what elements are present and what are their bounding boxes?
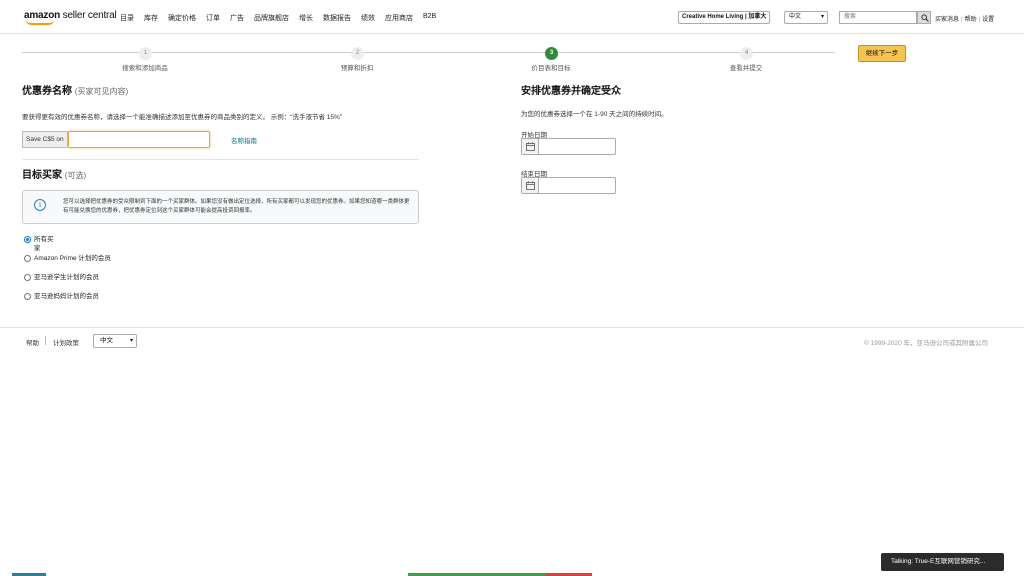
chevron-down-icon: ▾: [820, 14, 824, 20]
target-buyers-title: 目标买家: [22, 170, 62, 181]
radio-family-members[interactable]: 亚马逊妈妈计划的会员: [24, 292, 112, 301]
radio-label: 亚马逊妈妈计划的会员: [34, 293, 99, 300]
schedule-heading: 安排优惠券并确定受众: [521, 86, 621, 97]
help-link[interactable]: 帮助: [965, 17, 977, 23]
step-2-label: 预算和折扣: [340, 65, 374, 72]
coupon-name-heading: 优惠券名称 (买家可见内容): [22, 82, 128, 97]
step-2-indicator: 2: [351, 47, 364, 60]
amazon-seller-central-logo[interactable]: amazon seller central: [24, 10, 117, 25]
main-menu: 目录 库存 确定价格 订单 广告 品牌旗舰店 增长 数据报告 绩效 应用商店 B…: [120, 13, 446, 23]
menu-item-appstore[interactable]: 应用商店: [385, 13, 413, 23]
calendar-button[interactable]: [522, 178, 539, 193]
footer-language-value: 中文: [100, 337, 113, 344]
language-value: 中文: [789, 14, 802, 20]
coupon-name-description: 要获得更有效的优惠券名称，请选择一个能准确描述添加至优惠券的商品类别的定义。 示…: [22, 114, 342, 121]
settings-link[interactable]: 设置: [982, 17, 994, 23]
info-icon: i: [34, 199, 46, 211]
step-1-label: 搜索和添加商品: [122, 65, 168, 72]
menu-item-advertising[interactable]: 广告: [230, 13, 244, 23]
footer-divider: [0, 327, 1024, 328]
coupon-name-title: 优惠券名称: [22, 86, 72, 97]
top-navigation: amazon seller central 目录 库存 确定价格 订单 广告 品…: [0, 0, 1024, 34]
amazon-smile-icon: [26, 20, 54, 25]
target-buyers-heading: 目标买家 (可选): [22, 166, 86, 181]
coupon-prefix: Save C$5 on: [22, 131, 68, 148]
footer-language-select[interactable]: 中文 ▾: [93, 334, 137, 348]
menu-item-catalog[interactable]: 目录: [120, 13, 134, 23]
menu-item-pricing[interactable]: 确定价格: [168, 13, 196, 23]
targeting-info-box: i 您可以选择把优惠券的受众限制到下面的一个买家群体。如果您没有做出定位选择，所…: [22, 190, 419, 224]
radio-prime-members[interactable]: Amazon Prime 计划的会员: [24, 254, 112, 263]
calendar-icon: [526, 142, 535, 151]
continue-next-button[interactable]: 继续下一步: [858, 45, 906, 62]
step-3-label: 价目表和目标: [531, 65, 571, 72]
coupon-name-input[interactable]: [68, 131, 210, 148]
store-switcher[interactable]: Creative Home Living | 加拿大: [678, 11, 771, 24]
search-icon: [921, 14, 929, 22]
buyer-messages-link[interactable]: 买家消息: [935, 17, 959, 23]
radio-label: Amazon Prime 计划的会员: [34, 255, 111, 262]
radio-label: 亚马逊学生计划的会员: [34, 274, 99, 281]
language-select[interactable]: 中文 ▾: [784, 11, 828, 24]
calendar-button[interactable]: [522, 139, 539, 154]
step-1-indicator: 1: [139, 47, 152, 60]
step-4-indicator: 4: [740, 47, 753, 60]
calendar-icon: [526, 181, 535, 190]
coupon-name-subtitle: (买家可见内容): [74, 87, 129, 96]
copyright-text: © 1999-2020 年，亚马逊公司或其附属公司: [864, 340, 988, 347]
radio-student-members[interactable]: 亚马逊学生计划的会员: [24, 273, 112, 282]
menu-item-b2b[interactable]: B2B: [423, 13, 436, 23]
radio-icon[interactable]: [24, 255, 31, 262]
menu-item-inventory[interactable]: 库存: [144, 13, 158, 23]
target-buyers-subtitle: (可选): [64, 171, 87, 180]
schedule-description: 为您的优惠券选择一个在 1-90 天之间的持续时间。: [521, 111, 668, 118]
radio-icon[interactable]: [24, 274, 31, 281]
step-3-indicator: 3: [545, 47, 558, 60]
start-date-field[interactable]: [521, 138, 616, 155]
search-button[interactable]: [917, 11, 931, 24]
menu-item-performance[interactable]: 绩效: [361, 13, 375, 23]
end-date-field[interactable]: [521, 177, 616, 194]
name-guide-link[interactable]: 名称指南: [231, 135, 257, 145]
radio-icon[interactable]: [24, 293, 31, 300]
section-divider: [22, 159, 419, 160]
menu-item-stores[interactable]: 品牌旗舰店: [254, 13, 289, 23]
chevron-down-icon: ▾: [129, 338, 133, 344]
radio-selected-icon[interactable]: [24, 236, 31, 243]
footer-separator: [45, 336, 46, 345]
divider: |: [961, 17, 963, 23]
footer-help-link[interactable]: 帮助: [26, 337, 39, 347]
divider: |: [978, 17, 981, 23]
talking-indicator: Talking: True-E互联网营销研究...: [881, 553, 1004, 571]
menu-item-orders[interactable]: 订单: [206, 13, 220, 23]
footer-policy-link[interactable]: 计划政策: [53, 337, 79, 347]
radio-all-buyers[interactable]: 所有买家: [24, 235, 58, 253]
step-4-label: 查看并提交: [729, 65, 763, 72]
logo-suffix: seller central: [62, 10, 117, 21]
menu-item-growth[interactable]: 增长: [299, 13, 313, 23]
radio-label: 所有买家: [34, 236, 54, 252]
search-input[interactable]: 搜索: [839, 11, 917, 24]
top-links: 买家消息 | 帮助 | 设置: [935, 14, 994, 23]
menu-item-reports[interactable]: 数据报告: [323, 13, 351, 23]
targeting-info-text: 您可以选择把优惠券的受众限制到下面的一个买家群体。如果您没有做出定位选择，所有买…: [63, 199, 410, 214]
